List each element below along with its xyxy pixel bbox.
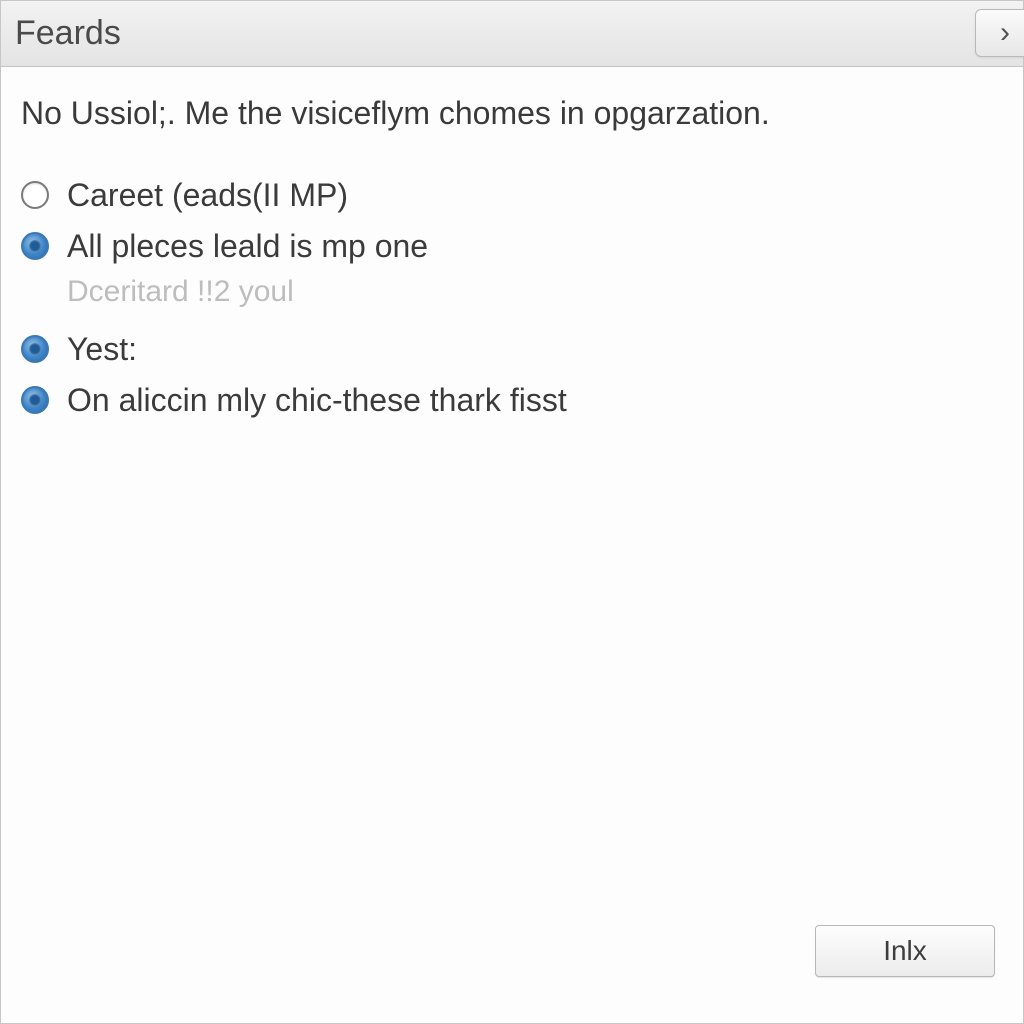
description-text: No Ussiol;. Me the visiceflym chomes in … [21, 93, 1003, 135]
option-item: Yest: [21, 331, 1003, 368]
option-label: Careet (eads(II MP) [67, 177, 348, 214]
radio-row[interactable]: Yest: [21, 331, 1003, 368]
window-title: Feards [15, 14, 121, 53]
radio-icon[interactable] [21, 181, 49, 209]
option-label: Yest: [67, 331, 137, 368]
option-item: On aliccin mly chic-these thark fisst [21, 382, 1003, 419]
option-item: Careet (eads(II MP) [21, 177, 1003, 214]
option-label: All pleces leald is mp one [67, 228, 428, 265]
radio-icon[interactable] [21, 335, 49, 363]
radio-row[interactable]: On aliccin mly chic-these thark fisst [21, 382, 1003, 419]
radio-icon[interactable] [21, 386, 49, 414]
radio-icon[interactable] [21, 232, 49, 260]
content-area: No Ussiol;. Me the visiceflym chomes in … [1, 67, 1023, 419]
close-button[interactable]: › [975, 9, 1024, 57]
option-subtext: Dceritard !!2 youl [67, 275, 1003, 309]
dialog-window: Feards › No Ussiol;. Me the visiceflym c… [0, 0, 1024, 1024]
radio-row[interactable]: Careet (eads(II MP) [21, 177, 1003, 214]
titlebar: Feards › [1, 1, 1023, 67]
button-label: Inlx [883, 935, 927, 967]
inlx-button[interactable]: Inlx [815, 925, 995, 977]
option-label: On aliccin mly chic-these thark fisst [67, 382, 567, 419]
option-item: All pleces leald is mp one Dceritard !!2… [21, 228, 1003, 309]
radio-row[interactable]: All pleces leald is mp one [21, 228, 1003, 265]
chevron-right-icon: › [1000, 16, 1010, 50]
